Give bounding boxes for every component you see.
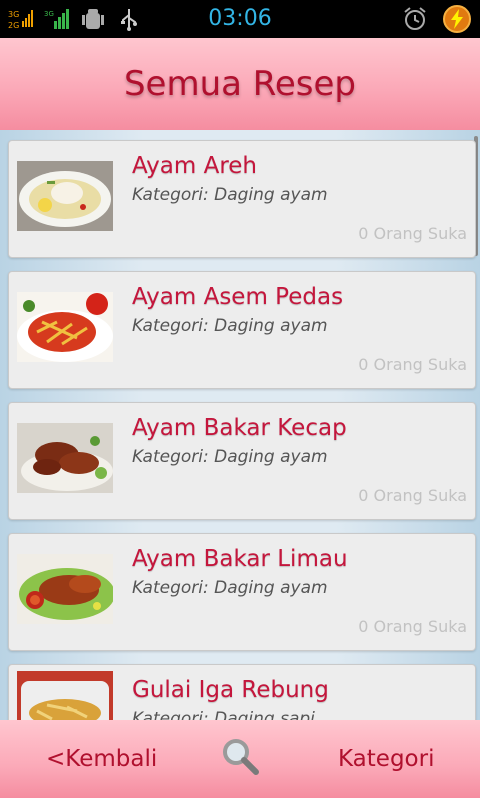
recipe-category: Kategori: Daging ayam xyxy=(132,447,328,467)
recipe-thumbnail xyxy=(17,423,113,493)
recipe-thumbnail xyxy=(17,161,113,231)
recipe-likes: 0 Orang Suka xyxy=(358,224,467,243)
bottom-navigation: <Kembali Kategori xyxy=(0,720,480,798)
search-button[interactable] xyxy=(220,736,260,776)
recipe-title: Ayam Bakar Kecap xyxy=(132,415,347,441)
recipe-title: Gulai Iga Rebung xyxy=(132,677,329,703)
recipe-card[interactable]: Ayam Areh Kategori: Daging ayam 0 Orang … xyxy=(8,140,476,258)
recipe-likes: 0 Orang Suka xyxy=(358,486,467,505)
search-icon xyxy=(220,739,260,780)
recipe-card[interactable]: Ayam Bakar Limau Kategori: Daging ayam 0… xyxy=(8,533,476,651)
recipe-title: Ayam Bakar Limau xyxy=(132,546,348,572)
recipe-category: Kategori: Daging sapi xyxy=(132,709,315,720)
recipe-thumbnail xyxy=(17,554,113,624)
page-title: Semua Resep xyxy=(123,64,357,104)
recipe-list[interactable]: Ayam Areh Kategori: Daging ayam 0 Orang … xyxy=(0,130,480,720)
recipe-category: Kategori: Daging ayam xyxy=(132,578,328,598)
recipe-thumbnail xyxy=(17,292,113,362)
recipe-card[interactable]: Ayam Asem Pedas Kategori: Daging ayam 0 … xyxy=(8,271,476,389)
recipe-thumbnail xyxy=(17,671,113,720)
app-header: Semua Resep xyxy=(0,38,480,130)
recipe-likes: 0 Orang Suka xyxy=(358,617,467,636)
alarm-icon xyxy=(402,6,428,37)
recipe-card[interactable]: Ayam Bakar Kecap Kategori: Daging ayam 0… xyxy=(8,402,476,520)
battery-charging-icon xyxy=(442,4,472,39)
recipe-likes: 0 Orang Suka xyxy=(358,355,467,374)
recipe-card[interactable]: Gulai Iga Rebung Kategori: Daging sapi xyxy=(8,664,476,720)
recipe-title: Ayam Areh xyxy=(132,153,258,179)
recipe-category: Kategori: Daging ayam xyxy=(132,316,328,336)
back-button[interactable]: <Kembali xyxy=(46,746,157,772)
recipe-category: Kategori: Daging ayam xyxy=(132,185,328,205)
recipe-title: Ayam Asem Pedas xyxy=(132,284,344,310)
status-bar: 3G 2G 3G 03:06 xyxy=(0,0,480,38)
category-button[interactable]: Kategori xyxy=(338,746,434,772)
